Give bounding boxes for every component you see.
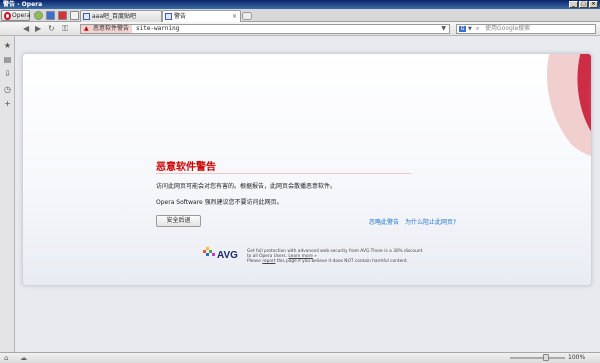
- page-content: 恶意软件警告 访问此网页可能会对您有害的。根据报告，此网页会散播恶意软件。 Op…: [15, 36, 600, 352]
- avg-line-3-text: Please: [247, 259, 263, 264]
- url-text[interactable]: site-warning: [136, 25, 179, 33]
- search-field[interactable]: G ▼ ⌕ 使用Google搜索: [456, 24, 596, 34]
- bookmark-tab-icon[interactable]: [46, 11, 55, 20]
- warning-card: 恶意软件警告 访问此网页可能会对您有害的。根据报告，此网页会散播恶意软件。 Op…: [22, 53, 592, 286]
- opera-swirl-decoration-icon: [547, 54, 591, 156]
- bookmarks-star-icon[interactable]: ★: [3, 41, 12, 50]
- window-controls: _ □ ×: [569, 1, 598, 8]
- forward-arrow-icon[interactable]: ▶: [35, 24, 41, 33]
- baidu-favicon-icon: [83, 13, 90, 20]
- close-button[interactable]: ×: [589, 1, 598, 8]
- avg-logo-icon: AVG: [203, 247, 238, 261]
- opera-recommendation: Opera Software 强烈建议您不要访问此网页。: [156, 199, 283, 206]
- warning-description: 访问此网页可能会对您有害的。根据报告，此网页会散播恶意软件。: [156, 183, 337, 190]
- key-icon[interactable]: ⚿: [62, 24, 68, 33]
- mail-tab-icon[interactable]: [58, 11, 67, 20]
- maximize-button[interactable]: □: [579, 1, 588, 8]
- panel-sidebar: ★ ▤ ⇩ ◷ +: [0, 36, 15, 352]
- status-bar: ⌂ ☁ 100%: [0, 352, 600, 363]
- opera-logo-icon: [4, 12, 11, 20]
- go-back-safely-button[interactable]: 安全后退: [156, 215, 201, 227]
- title-bar: 警告 - Opera _ □ ×: [0, 0, 600, 9]
- why-blocked-link[interactable]: 为什么阻止此网页?: [405, 217, 456, 226]
- avg-line-3-rest: this page if you believe it does NOT con…: [275, 259, 408, 264]
- tab-warning[interactable]: 警告 ×: [162, 10, 241, 22]
- search-engine-dropdown-icon[interactable]: ▼: [468, 25, 472, 33]
- zoom-level[interactable]: 100%: [568, 354, 585, 362]
- window-title: 警告 - Opera: [3, 1, 43, 8]
- tab-baidu-tieba[interactable]: aaa吧_百度贴吧: [80, 10, 162, 22]
- tab-bar: Opera aaa吧_百度贴吧 警告 ×: [0, 9, 600, 22]
- opera-menu-label: Opera: [12, 12, 31, 19]
- speed-dial-icon[interactable]: [34, 11, 43, 20]
- new-tab-button[interactable]: [242, 12, 252, 20]
- avg-brand-text: AVG: [217, 250, 238, 261]
- warning-triangle-icon: ▲: [84, 25, 89, 32]
- report-link[interactable]: report: [262, 259, 275, 264]
- minimize-button[interactable]: _: [569, 1, 578, 8]
- avg-promo-text: Get full protection with advanced web se…: [247, 249, 427, 264]
- page-title: 恶意软件警告: [156, 162, 216, 173]
- opera-menu-button[interactable]: Opera: [1, 10, 30, 21]
- navigation-toolbar: ◀ ▶ ↻ ⚿ ▲ 恶意软件警告 site-warning ▼ G ▼ ⌕ 使用…: [0, 22, 600, 36]
- downloads-icon[interactable]: ⇩: [3, 69, 12, 78]
- tab-label: 警告: [174, 13, 187, 20]
- back-arrow-icon[interactable]: ◀: [23, 24, 29, 33]
- address-dropdown-icon[interactable]: ▼: [441, 25, 446, 33]
- warning-favicon-icon: [165, 13, 172, 20]
- history-clock-icon[interactable]: ◷: [3, 85, 12, 94]
- turbo-icon[interactable]: ☁: [20, 354, 27, 362]
- search-placeholder: 使用Google搜索: [485, 25, 531, 32]
- notes-tab-icon[interactable]: [70, 11, 79, 20]
- search-icon[interactable]: ⌕: [476, 25, 479, 33]
- title-divider: [156, 173, 411, 174]
- address-bar[interactable]: ▲ 恶意软件警告 site-warning ▼: [80, 24, 450, 34]
- close-tab-icon[interactable]: ×: [232, 11, 237, 22]
- ignore-warning-link[interactable]: 忽略此警告: [369, 217, 399, 226]
- add-panel-icon[interactable]: +: [3, 99, 12, 108]
- google-search-engine-icon[interactable]: G: [459, 26, 466, 32]
- tab-label: aaa吧_百度贴吧: [92, 13, 137, 20]
- security-badge[interactable]: ▲ 恶意软件警告: [81, 25, 133, 33]
- badge-label: 恶意软件警告: [93, 25, 130, 32]
- zoom-slider-handle[interactable]: [543, 354, 549, 361]
- unite-icon[interactable]: ⌂: [4, 354, 8, 362]
- avg-line-3: Please report this page if you believe i…: [247, 259, 427, 264]
- notes-icon[interactable]: ▤: [3, 55, 12, 64]
- reload-icon[interactable]: ↻: [48, 24, 55, 33]
- zoom-slider[interactable]: [510, 357, 565, 359]
